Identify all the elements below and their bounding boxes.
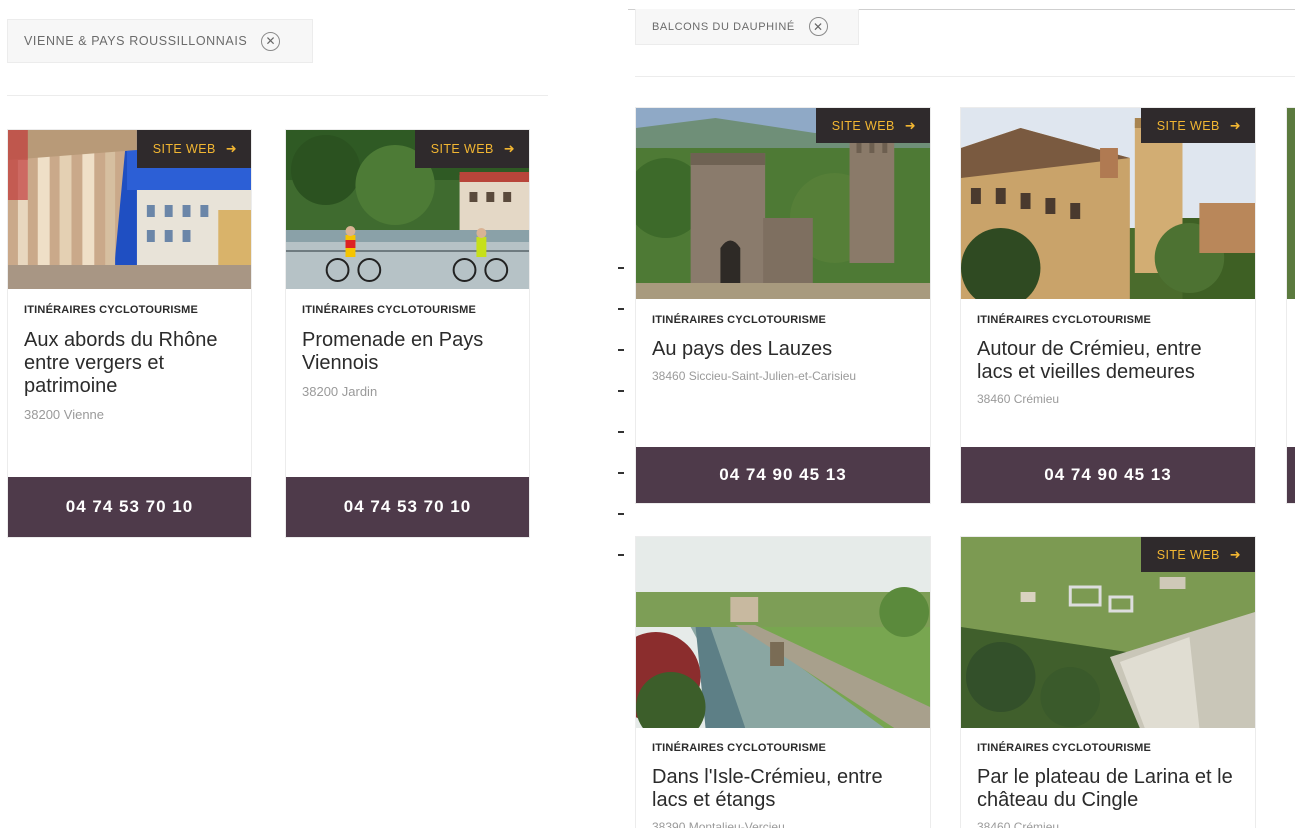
card-photo-partial[interactable]	[1287, 108, 1295, 299]
card-title[interactable]: Dans l'Isle-Crémieu, entre lacs et étang…	[652, 766, 914, 812]
card-photo-ruins[interactable]: SITE WEB ➜	[636, 108, 930, 299]
left-results-panel: VIENNE & PAYS ROUSSILLONNAIS ✕ SITE WEB …	[0, 0, 560, 828]
card-address: 38200 Vienne	[24, 407, 105, 422]
right-results-panel: BALCONS DU DAUPHINÉ ✕ SITE WEB ➜ ITINÉRA…	[628, 0, 1295, 828]
card-photo-cyclists[interactable]: SITE WEB ➜	[286, 130, 529, 289]
card-title[interactable]: Promenade en Pays Viennois	[302, 329, 513, 375]
card-title[interactable]: Aux abords du Rhône entre vergers et pat…	[24, 329, 235, 398]
card-address: 38460 Crémieu	[977, 392, 1060, 406]
site-web-button[interactable]: SITE WEB ➜	[1140, 108, 1255, 143]
phone-button-partial[interactable]	[1287, 447, 1295, 503]
filter-chip-label: BALCONS DU DAUPHINÉ	[652, 20, 795, 33]
site-web-label: SITE WEB	[152, 142, 216, 156]
divider	[7, 95, 548, 96]
phone-button[interactable]: 04 74 53 70 10	[286, 477, 529, 537]
card-category: ITINÉRAIRES CYCLOTOURISME	[652, 742, 827, 754]
phone-button[interactable]: 04 74 90 45 13	[636, 447, 930, 503]
result-card[interactable]: SITE WEB ➜ ITINÉRAIRES CYCLOTOURISME Aux…	[7, 129, 252, 538]
dash-mark	[618, 390, 624, 392]
site-web-button[interactable]: SITE WEB ➜	[1140, 537, 1255, 572]
result-card-partial[interactable]	[1286, 107, 1295, 504]
site-web-label: SITE WEB	[430, 142, 494, 156]
result-card[interactable]: SITE WEB ➜ ITINÉRAIRES CYCLOTOURISME Pro…	[285, 129, 530, 538]
card-address: 38460 Crémieu	[977, 820, 1060, 828]
card-category: ITINÉRAIRES CYCLOTOURISME	[652, 314, 827, 326]
card-address: 38460 Siccieu-Saint-Julien-et-Carisieu	[652, 369, 857, 383]
site-web-button[interactable]: SITE WEB ➜	[136, 130, 251, 168]
filter-chip-vienne[interactable]: VIENNE & PAYS ROUSSILLONNAIS ✕	[7, 19, 313, 63]
site-web-label: SITE WEB	[1156, 118, 1220, 133]
result-card[interactable]: ITINÉRAIRES CYCLOTOURISME Dans l'Isle-Cr…	[635, 536, 931, 828]
phone-button[interactable]: 04 74 53 70 10	[8, 477, 251, 537]
site-web-label: SITE WEB	[1156, 547, 1220, 562]
dash-mark	[618, 267, 624, 269]
dash-mark	[618, 431, 624, 433]
dash-mark	[618, 554, 624, 556]
card-category: ITINÉRAIRES CYCLOTOURISME	[977, 314, 1152, 326]
card-address: 38200 Jardin	[302, 384, 378, 399]
card-photo-plateau[interactable]: SITE WEB ➜	[961, 537, 1255, 728]
dash-mark	[618, 308, 624, 310]
arrow-right-icon: ➜	[503, 141, 515, 156]
card-category: ITINÉRAIRES CYCLOTOURISME	[24, 304, 199, 316]
arrow-right-icon: ➜	[1229, 117, 1241, 133]
card-title[interactable]: Autour de Crémieu, entre lacs et vieille…	[977, 338, 1239, 384]
filter-chip-label: VIENNE & PAYS ROUSSILLONNAIS	[24, 34, 248, 48]
arrow-right-icon: ➜	[904, 117, 916, 133]
close-circle-icon[interactable]: ✕	[261, 31, 281, 51]
arrow-right-icon: ➜	[1229, 546, 1241, 562]
site-web-button[interactable]: SITE WEB ➜	[414, 130, 529, 168]
site-web-label: SITE WEB	[831, 118, 895, 133]
result-card[interactable]: SITE WEB ➜ ITINÉRAIRES CYCLOTOURISME Par…	[960, 536, 1256, 828]
filter-chip-balcons[interactable]: BALCONS DU DAUPHINÉ ✕	[635, 9, 859, 45]
card-title[interactable]: Au pays des Lauzes	[652, 338, 914, 361]
card-title[interactable]: Par le plateau de Larina et le château d…	[977, 766, 1239, 812]
card-photo-canal[interactable]	[636, 537, 930, 728]
card-category: ITINÉRAIRES CYCLOTOURISME	[302, 304, 477, 316]
card-category: ITINÉRAIRES CYCLOTOURISME	[977, 742, 1152, 754]
result-card[interactable]: SITE WEB ➜ ITINÉRAIRES CYCLOTOURISME Aut…	[960, 107, 1256, 504]
dash-mark	[618, 513, 624, 515]
card-address: 38390 Montalieu-Vercieu	[652, 820, 785, 828]
phone-button[interactable]: 04 74 90 45 13	[961, 447, 1255, 503]
site-web-button[interactable]: SITE WEB ➜	[815, 108, 930, 143]
result-card[interactable]: SITE WEB ➜ ITINÉRAIRES CYCLOTOURISME Au …	[635, 107, 931, 504]
arrow-right-icon: ➜	[225, 141, 237, 156]
divider	[635, 76, 1295, 77]
close-circle-icon[interactable]: ✕	[808, 17, 828, 36]
dash-mark	[618, 349, 624, 351]
card-photo-temple[interactable]: SITE WEB ➜	[8, 130, 251, 289]
card-photo-manor[interactable]: SITE WEB ➜	[961, 108, 1255, 299]
dash-mark	[618, 472, 624, 474]
